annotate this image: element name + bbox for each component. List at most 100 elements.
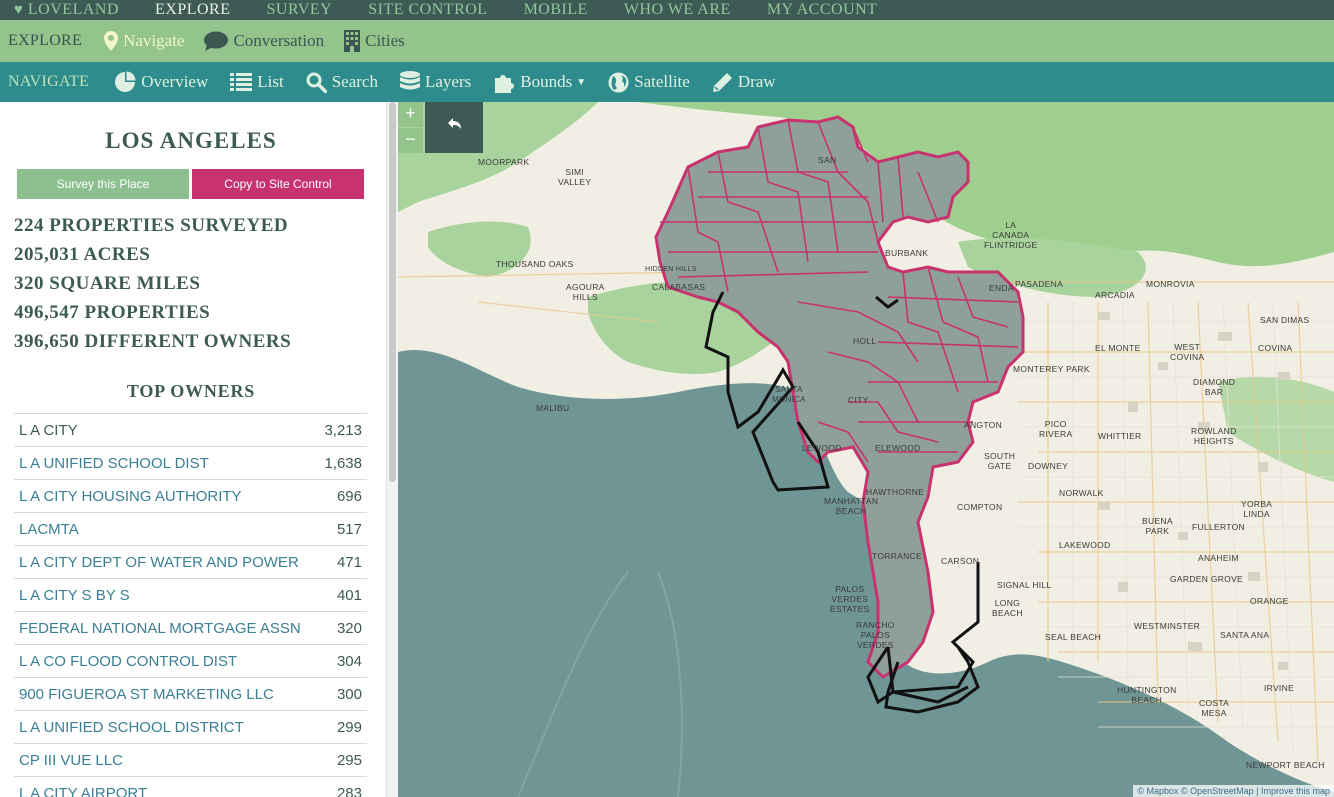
map-label: HUNTINGTON BEACH	[1117, 685, 1177, 705]
nav-survey[interactable]: SURVEY	[249, 0, 351, 20]
map-label: LAKEWOOD	[1059, 540, 1111, 550]
owner-link[interactable]: CP III VUE LLC	[19, 752, 123, 769]
owner-row: L A CITY 3,213	[14, 413, 367, 446]
survey-place-button[interactable]: Survey this Place	[17, 169, 189, 199]
scrollbar-thumb[interactable]	[389, 102, 396, 482]
tool-draw[interactable]: Draw	[701, 72, 787, 93]
zoom-in-button[interactable]: +	[398, 102, 423, 127]
owner-row: L A CITY AIRPORT 283	[14, 776, 367, 797]
owner-link[interactable]: L A UNIFIED SCHOOL DISTRICT	[19, 719, 244, 736]
tool-list[interactable]: List	[219, 72, 294, 92]
stat-properties-surveyed: 224 PROPERTIES SURVEYED	[14, 215, 289, 236]
nav-my-account[interactable]: MY ACCOUNT	[749, 0, 896, 20]
map-label: THOUSAND OAKS	[496, 259, 574, 269]
building-icon	[344, 30, 361, 52]
tool-draw-label: Draw	[737, 72, 776, 91]
map-label: SAN	[818, 155, 837, 165]
tab-cities[interactable]: Cities	[334, 30, 415, 52]
owner-count: 3,213	[324, 421, 362, 439]
map-label: HOLL	[853, 336, 877, 346]
map-attribution[interactable]: © Mapbox © OpenStreetMap | Improve this …	[1133, 785, 1334, 797]
tool-search[interactable]: Search	[295, 72, 389, 93]
nav-label: LOVELAND	[27, 1, 119, 18]
top-navigation: ♥ LOVELAND EXPLORE SURVEY SITE CONTROL M…	[0, 0, 1334, 20]
owner-link[interactable]: L A CITY HOUSING AUTHORITY	[19, 488, 242, 505]
owner-link[interactable]: FEDERAL NATIONAL MORTGAGE ASSN	[19, 620, 301, 637]
owner-link[interactable]: L A CITY AIRPORT	[19, 785, 147, 797]
owner-link[interactable]: L A UNIFIED SCHOOL DIST	[19, 455, 209, 472]
owner-count: 696	[336, 487, 362, 505]
map-label: NORWALK	[1059, 488, 1104, 498]
owner-row: 900 FIGUEROA ST MARKETING LLC 300	[14, 677, 367, 710]
copy-to-site-control-button[interactable]: Copy to Site Control	[192, 169, 364, 199]
map-label: MANHATTAN BEACH	[824, 496, 879, 516]
map-label: CITY	[848, 395, 869, 405]
tool-layers[interactable]: Layers	[389, 71, 482, 93]
tab-navigate-label: Navigate	[123, 31, 185, 50]
nav-explore[interactable]: EXPLORE	[137, 0, 249, 20]
map-label: COVINA	[1258, 343, 1293, 353]
layers-icon	[399, 71, 420, 90]
stat-square-miles: 320 SQUARE MILES	[14, 273, 201, 294]
owner-link[interactable]: L A CITY S BY S	[19, 587, 130, 604]
owner-row: LACMTA 517	[14, 512, 367, 545]
map-label: DIAMOND BAR	[1193, 377, 1236, 397]
map-label: YORBA LINDA	[1241, 499, 1273, 519]
tool-bounds-dropdown[interactable]: Bounds ▼	[482, 71, 597, 93]
map-back-button[interactable]	[425, 102, 483, 153]
map-label: TORRANCE	[872, 551, 922, 561]
nav-site-control[interactable]: SITE CONTROL	[350, 0, 505, 20]
owner-row: L A CO FLOOD CONTROL DIST 304	[14, 644, 367, 677]
owner-link[interactable]: L A CO FLOOD CONTROL DIST	[19, 653, 237, 670]
undo-arrow-icon	[448, 118, 461, 129]
map-label: GARDEN GROVE	[1170, 574, 1244, 584]
tool-list-label: List	[257, 72, 284, 91]
owner-link[interactable]: 900 FIGUEROA ST MARKETING LLC	[19, 686, 274, 703]
map-view[interactable]: + − MOORPARK SIMI VALLEY THOUSAND OAKS A…	[398, 102, 1334, 797]
map-label: LEWOOD	[802, 443, 842, 453]
owner-row: L A UNIFIED SCHOOL DISTRICT 299	[14, 710, 367, 743]
owner-row: CP III VUE LLC 295	[14, 743, 367, 776]
basemap	[398, 102, 1334, 797]
tool-overview[interactable]: Overview	[103, 71, 219, 93]
sidebar-scrollbar[interactable]	[386, 102, 398, 797]
map-label: LONG BEACH	[992, 598, 1023, 618]
navigate-bar-title: NAVIGATE	[8, 73, 90, 90]
stat-acres: 205,031 ACRES	[14, 244, 151, 265]
zoom-out-button[interactable]: −	[398, 128, 423, 153]
owner-link[interactable]: LACMTA	[19, 521, 79, 538]
map-pin-icon	[104, 31, 119, 51]
tool-satellite[interactable]: Satellite	[597, 72, 701, 93]
map-label: HIDDEN HILLS	[645, 266, 697, 273]
owner-count: 517	[336, 520, 362, 538]
nav-who-we-are[interactable]: WHO WE ARE	[606, 0, 749, 20]
map-label: DOWNEY	[1028, 461, 1069, 471]
owner-count: 295	[336, 751, 362, 769]
map-label: SIGNAL HILL	[997, 580, 1052, 590]
owner-count: 471	[336, 553, 362, 571]
map-label: SIMI VALLEY	[558, 167, 592, 187]
owner-link[interactable]: L A CITY DEPT OF WATER AND POWER	[19, 554, 299, 571]
map-label: SEAL BEACH	[1045, 632, 1102, 642]
place-stats: 224 PROPERTIES SURVEYED 205,031 ACRES 32…	[14, 214, 291, 359]
owner-row: FEDERAL NATIONAL MORTGAGE ASSN 320	[14, 611, 367, 644]
stat-properties: 496,547 PROPERTIES	[14, 302, 211, 323]
map-label: PALOS VERDES ESTATES	[830, 584, 870, 614]
map-label: ROWLAND HEIGHTS	[1191, 426, 1237, 446]
map-label: LA CANADA FLINTRIDGE	[984, 220, 1038, 250]
owner-count: 304	[336, 652, 362, 670]
map-label: MALIBU	[536, 403, 570, 413]
map-label: MONTEREY PARK	[1013, 364, 1090, 374]
list-icon	[230, 73, 253, 91]
tab-conversation[interactable]: Conversation	[194, 31, 334, 51]
map-label: CALABASAS	[652, 282, 706, 292]
map-label: FULLERTON	[1192, 522, 1245, 532]
explore-bar: EXPLORE Navigate Conversation Cities	[0, 20, 1334, 62]
speech-bubble-icon	[204, 31, 229, 51]
map-label: AGOURA HILLS	[566, 282, 605, 302]
owner-row: L A CITY DEPT OF WATER AND POWER 471	[14, 545, 367, 578]
nav-loveland[interactable]: ♥ LOVELAND	[0, 0, 137, 20]
nav-mobile[interactable]: MOBILE	[506, 0, 606, 20]
map-label: IRVINE	[1264, 683, 1294, 693]
tab-navigate[interactable]: Navigate	[94, 31, 194, 51]
